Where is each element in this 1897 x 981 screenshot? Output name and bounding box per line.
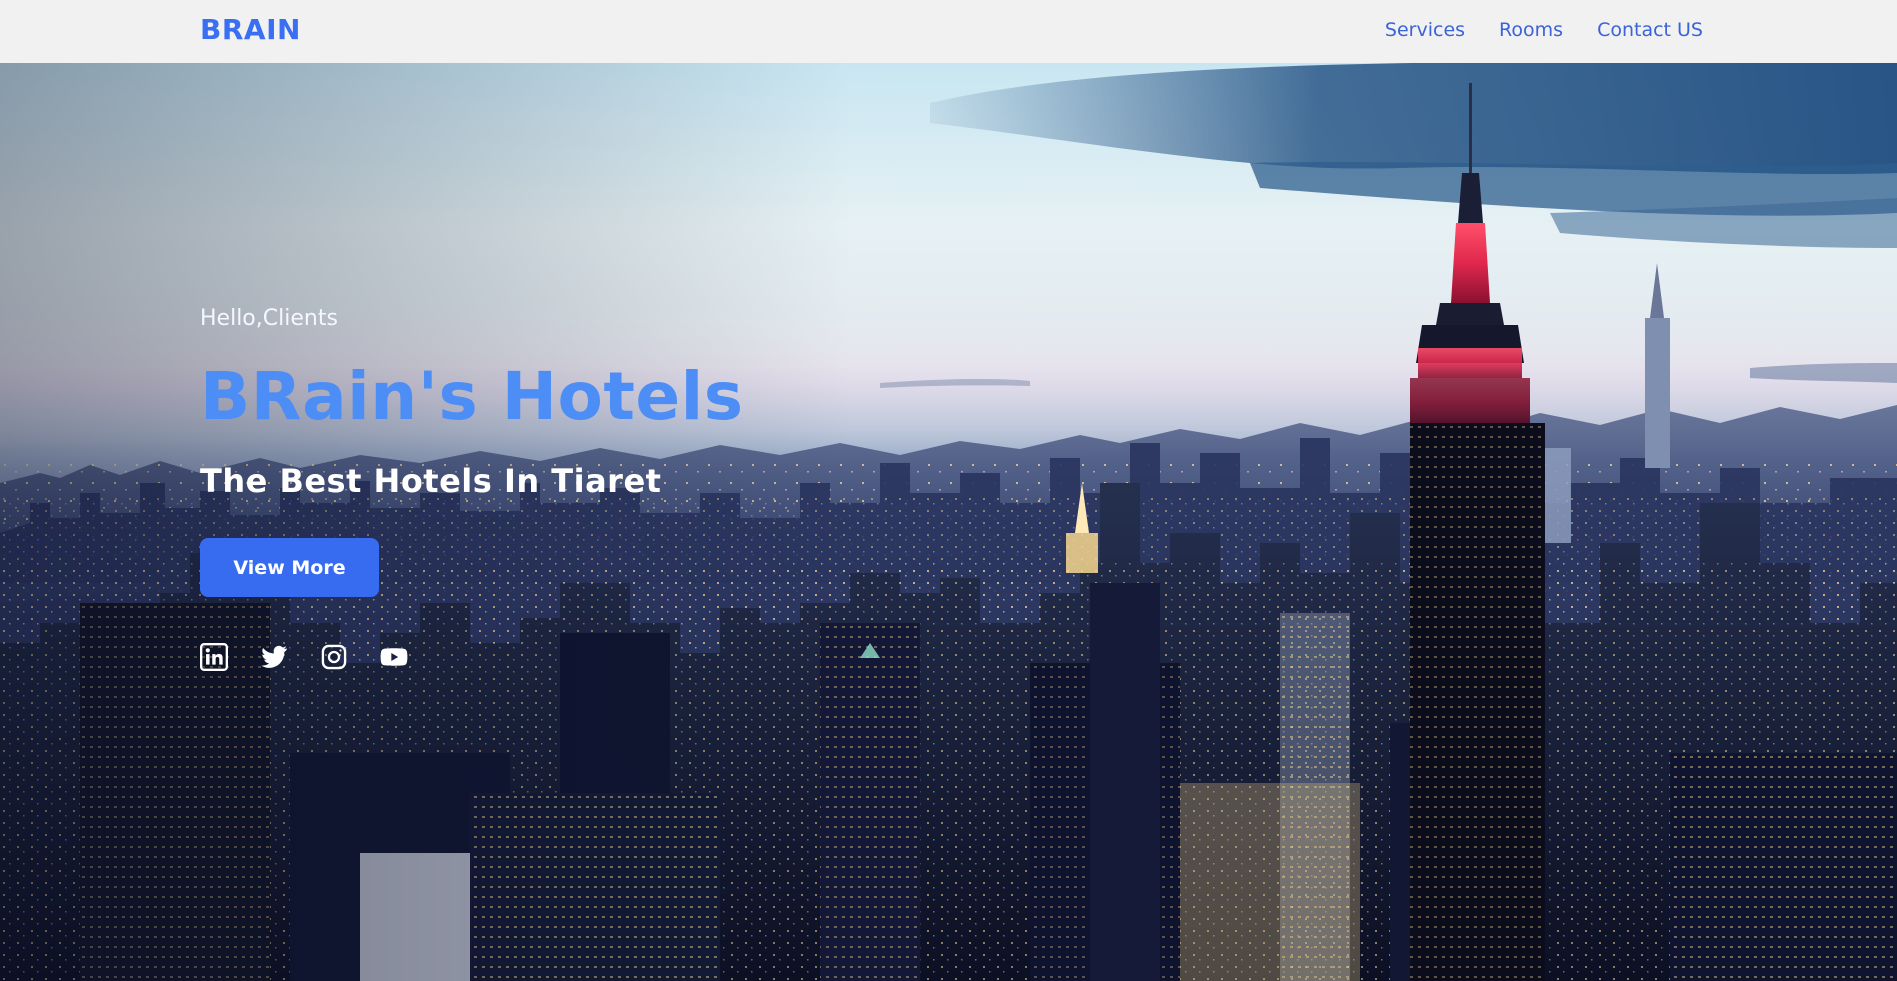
view-more-button[interactable]: View More (200, 538, 379, 597)
nav-links: Services Rooms Contact US (1385, 19, 1703, 41)
social-links (200, 643, 408, 671)
brand-logo[interactable]: BRAIN (200, 13, 301, 46)
hero-background-city-skyline (0, 63, 1897, 981)
twitter-icon[interactable] (260, 643, 288, 671)
nav-link-services[interactable]: Services (1385, 19, 1465, 41)
navbar: BRAIN Services Rooms Contact US (0, 0, 1897, 63)
linkedin-icon[interactable] (200, 643, 228, 671)
nav-link-rooms[interactable]: Rooms (1499, 19, 1563, 41)
hero-greeting: Hello,Clients (200, 306, 338, 331)
hero-subtitle: The Best Hotels In Tiaret (200, 462, 662, 500)
hero: Hello,Clients BRain's Hotels The Best Ho… (200, 306, 743, 671)
page: BRAIN Services Rooms Contact US Hello,Cl… (0, 0, 1897, 981)
instagram-icon[interactable] (320, 643, 348, 671)
youtube-icon[interactable] (380, 643, 408, 671)
nav-link-contact[interactable]: Contact US (1597, 19, 1703, 41)
hero-title: BRain's Hotels (200, 358, 744, 435)
